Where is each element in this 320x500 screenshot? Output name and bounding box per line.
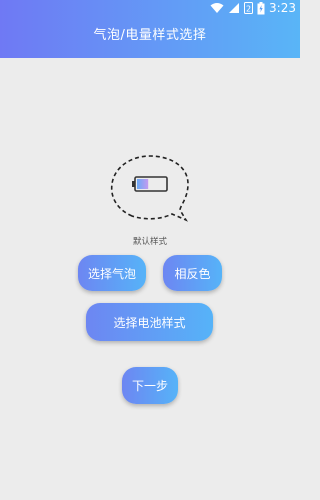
- battery-icon: [132, 176, 168, 192]
- status-time: 3:23: [269, 1, 296, 15]
- select-battery-style-button[interactable]: 选择电池样式: [86, 303, 213, 341]
- speech-bubble-icon: [110, 155, 189, 222]
- svg-text:2: 2: [246, 5, 251, 14]
- select-bubble-button[interactable]: 选择气泡: [78, 255, 146, 291]
- next-step-button[interactable]: 下一步: [122, 367, 178, 404]
- bubble-preview: [108, 152, 194, 224]
- status-icons: 2 3:23: [210, 1, 296, 15]
- wifi-icon: [210, 3, 224, 13]
- sim-icon: 2: [244, 2, 254, 14]
- default-style-label: 默认样式: [132, 237, 167, 247]
- invert-color-button[interactable]: 相反色: [163, 255, 222, 291]
- signal-icon: [229, 3, 240, 13]
- app-header: 2 3:23 气泡/电量样式选择: [0, 0, 300, 58]
- battery-charging-icon: [257, 1, 265, 14]
- status-bar: 2 3:23: [0, 0, 300, 18]
- page-title: 气泡/电量样式选择: [93, 28, 207, 43]
